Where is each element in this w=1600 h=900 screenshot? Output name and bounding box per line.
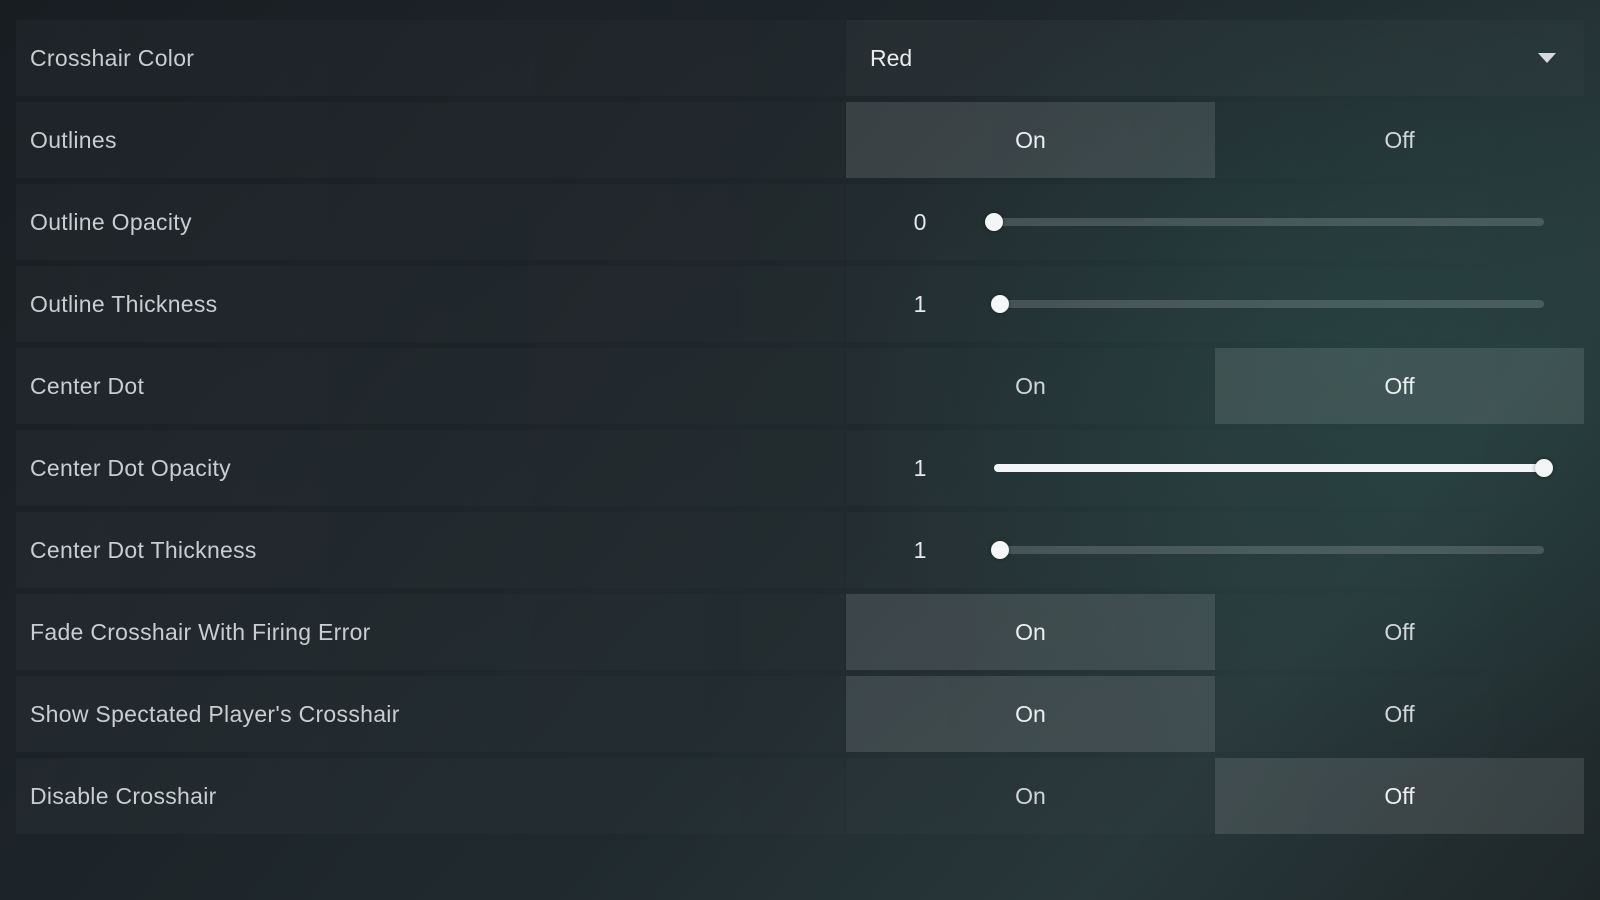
toggle-disable-crosshair: On Off: [846, 758, 1584, 834]
label-center-dot-thickness: Center Dot Thickness: [16, 512, 846, 588]
label-center-dot: Center Dot: [16, 348, 846, 424]
toggle-disable-crosshair-on[interactable]: On: [846, 758, 1215, 834]
slider-track: [994, 218, 1544, 226]
slider-outline-thickness[interactable]: [994, 296, 1544, 312]
label-crosshair-color: Crosshair Color: [16, 20, 846, 96]
label-show-spectated: Show Spectated Player's Crosshair: [16, 676, 846, 752]
row-outline-opacity: Outline Opacity 0: [16, 184, 1584, 260]
row-crosshair-color: Crosshair Color Red: [16, 20, 1584, 96]
label-fade-crosshair: Fade Crosshair With Firing Error: [16, 594, 846, 670]
row-outline-thickness: Outline Thickness 1: [16, 266, 1584, 342]
toggle-outlines-on[interactable]: On: [846, 102, 1215, 178]
dropdown-crosshair-color[interactable]: Red: [846, 20, 1584, 96]
row-center-dot-opacity: Center Dot Opacity 1: [16, 430, 1584, 506]
slider-outline-opacity[interactable]: [994, 214, 1544, 230]
slider-outline-opacity-value: 0: [846, 209, 994, 236]
row-show-spectated: Show Spectated Player's Crosshair On Off: [16, 676, 1584, 752]
slider-track: [994, 300, 1544, 308]
label-outline-opacity: Outline Opacity: [16, 184, 846, 260]
label-outlines: Outlines: [16, 102, 846, 178]
slider-thumb[interactable]: [991, 541, 1009, 559]
row-outlines: Outlines On Off: [16, 102, 1584, 178]
toggle-show-spectated-off[interactable]: Off: [1215, 676, 1584, 752]
row-center-dot: Center Dot On Off: [16, 348, 1584, 424]
settings-panel: Crosshair Color Red Outlines On Off Outl…: [0, 0, 1600, 860]
slider-center-dot-opacity-value: 1: [846, 455, 994, 482]
row-disable-crosshair: Disable Crosshair On Off: [16, 758, 1584, 834]
slider-outline-thickness-value: 1: [846, 291, 994, 318]
row-center-dot-thickness: Center Dot Thickness 1: [16, 512, 1584, 588]
toggle-center-dot-on[interactable]: On: [846, 348, 1215, 424]
toggle-disable-crosshair-off[interactable]: Off: [1215, 758, 1584, 834]
toggle-show-spectated: On Off: [846, 676, 1584, 752]
slider-center-dot-opacity[interactable]: [994, 460, 1544, 476]
label-disable-crosshair: Disable Crosshair: [16, 758, 846, 834]
toggle-fade-crosshair-on[interactable]: On: [846, 594, 1215, 670]
label-outline-thickness: Outline Thickness: [16, 266, 846, 342]
slider-thumb[interactable]: [1535, 459, 1553, 477]
toggle-outlines-off[interactable]: Off: [1215, 102, 1584, 178]
slider-thumb[interactable]: [985, 213, 1003, 231]
row-fade-crosshair: Fade Crosshair With Firing Error On Off: [16, 594, 1584, 670]
toggle-fade-crosshair: On Off: [846, 594, 1584, 670]
toggle-show-spectated-on[interactable]: On: [846, 676, 1215, 752]
slider-center-dot-thickness-value: 1: [846, 537, 994, 564]
toggle-fade-crosshair-off[interactable]: Off: [1215, 594, 1584, 670]
label-center-dot-opacity: Center Dot Opacity: [16, 430, 846, 506]
chevron-down-icon: [1538, 53, 1556, 63]
slider-center-dot-thickness[interactable]: [994, 542, 1544, 558]
slider-fill: [994, 464, 1544, 472]
toggle-center-dot-off[interactable]: Off: [1215, 348, 1584, 424]
slider-track: [994, 546, 1544, 554]
dropdown-crosshair-color-value: Red: [870, 45, 912, 72]
slider-thumb[interactable]: [991, 295, 1009, 313]
toggle-center-dot: On Off: [846, 348, 1584, 424]
toggle-outlines: On Off: [846, 102, 1584, 178]
